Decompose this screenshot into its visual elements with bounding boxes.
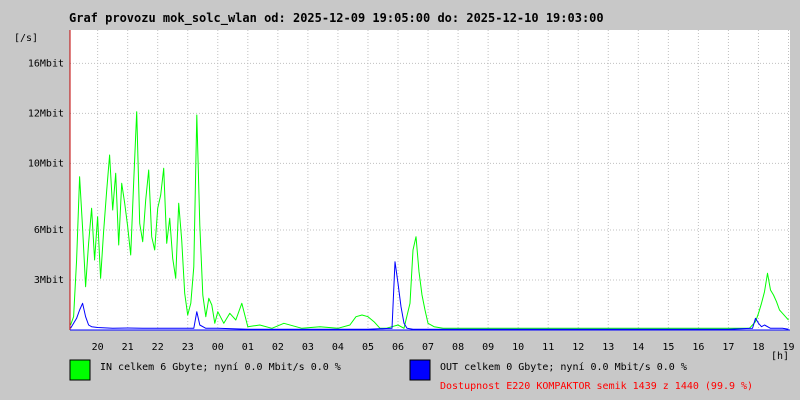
x-tick-label-15: 11 <box>542 342 554 353</box>
x-tick-label-10: 06 <box>392 342 404 353</box>
legend-swatch-out <box>409 359 431 381</box>
chart-title: Graf provozu mok_solc_wlan od: 2025-12-0… <box>69 11 604 26</box>
x-tick-label-1: 21 <box>122 342 134 353</box>
x-tick-label-17: 13 <box>602 342 614 353</box>
x-axis-tick-labels: 20 21 22 23 00 01 02 03 04 05 06 07 08 09 10 11 12 13 14 15… <box>92 342 795 353</box>
x-tick-label-18: 14 <box>632 342 644 353</box>
legend: IN celkem 6 Gbyte; nyní 0.0 Mbit/s 0.0 %… <box>69 359 687 381</box>
traffic-chart: Graf provozu mok_solc_wlan od: 2025-12-0… <box>14 11 795 392</box>
x-tick-label-6: 02 <box>272 342 284 353</box>
x-tick-label-7: 03 <box>302 342 314 353</box>
y-tick-label-2: 10Mbit <box>28 158 64 169</box>
x-tick-label-2: 22 <box>152 342 164 353</box>
y-axis-unit-label: [/s] <box>14 33 38 44</box>
y-axis-tick-labels: 3Mbit 6Mbit 10Mbit 12Mbit 16Mbit <box>28 58 64 286</box>
x-tick-label-16: 12 <box>572 342 584 353</box>
x-tick-label-3: 23 <box>182 342 194 353</box>
x-tick-label-4: 00 <box>212 342 224 353</box>
y-tick-label-1: 6Mbit <box>34 225 64 236</box>
y-tick-label-0: 3Mbit <box>34 275 64 286</box>
availability-note: Dostupnost E220 KOMPAKTOR semik 1439 z 1… <box>440 381 753 392</box>
x-tick-label-5: 01 <box>242 342 254 353</box>
x-tick-label-14: 10 <box>512 342 524 353</box>
x-tick-label-0: 20 <box>92 342 104 353</box>
y-tick-label-4: 16Mbit <box>28 58 64 69</box>
legend-label-out: OUT celkem 0 Gbyte; nyní 0.0 Mbit/s 0.0 … <box>440 361 687 373</box>
legend-label-in: IN celkem 6 Gbyte; nyní 0.0 Mbit/s 0.0 % <box>100 361 341 373</box>
x-tick-label-23: 19 <box>782 342 794 353</box>
x-tick-label-8: 04 <box>332 342 344 353</box>
plot-area <box>70 30 790 330</box>
x-tick-label-22: 18 <box>752 342 764 353</box>
x-tick-label-12: 08 <box>452 342 464 353</box>
x-tick-label-13: 09 <box>482 342 494 353</box>
x-tick-label-21: 17 <box>722 342 734 353</box>
x-tick-label-20: 16 <box>692 342 704 353</box>
x-tick-label-11: 07 <box>422 342 434 353</box>
legend-swatch-in <box>69 359 91 381</box>
x-tick-label-19: 15 <box>662 342 674 353</box>
x-tick-label-9: 05 <box>362 342 374 353</box>
y-tick-label-3: 12Mbit <box>28 108 64 119</box>
